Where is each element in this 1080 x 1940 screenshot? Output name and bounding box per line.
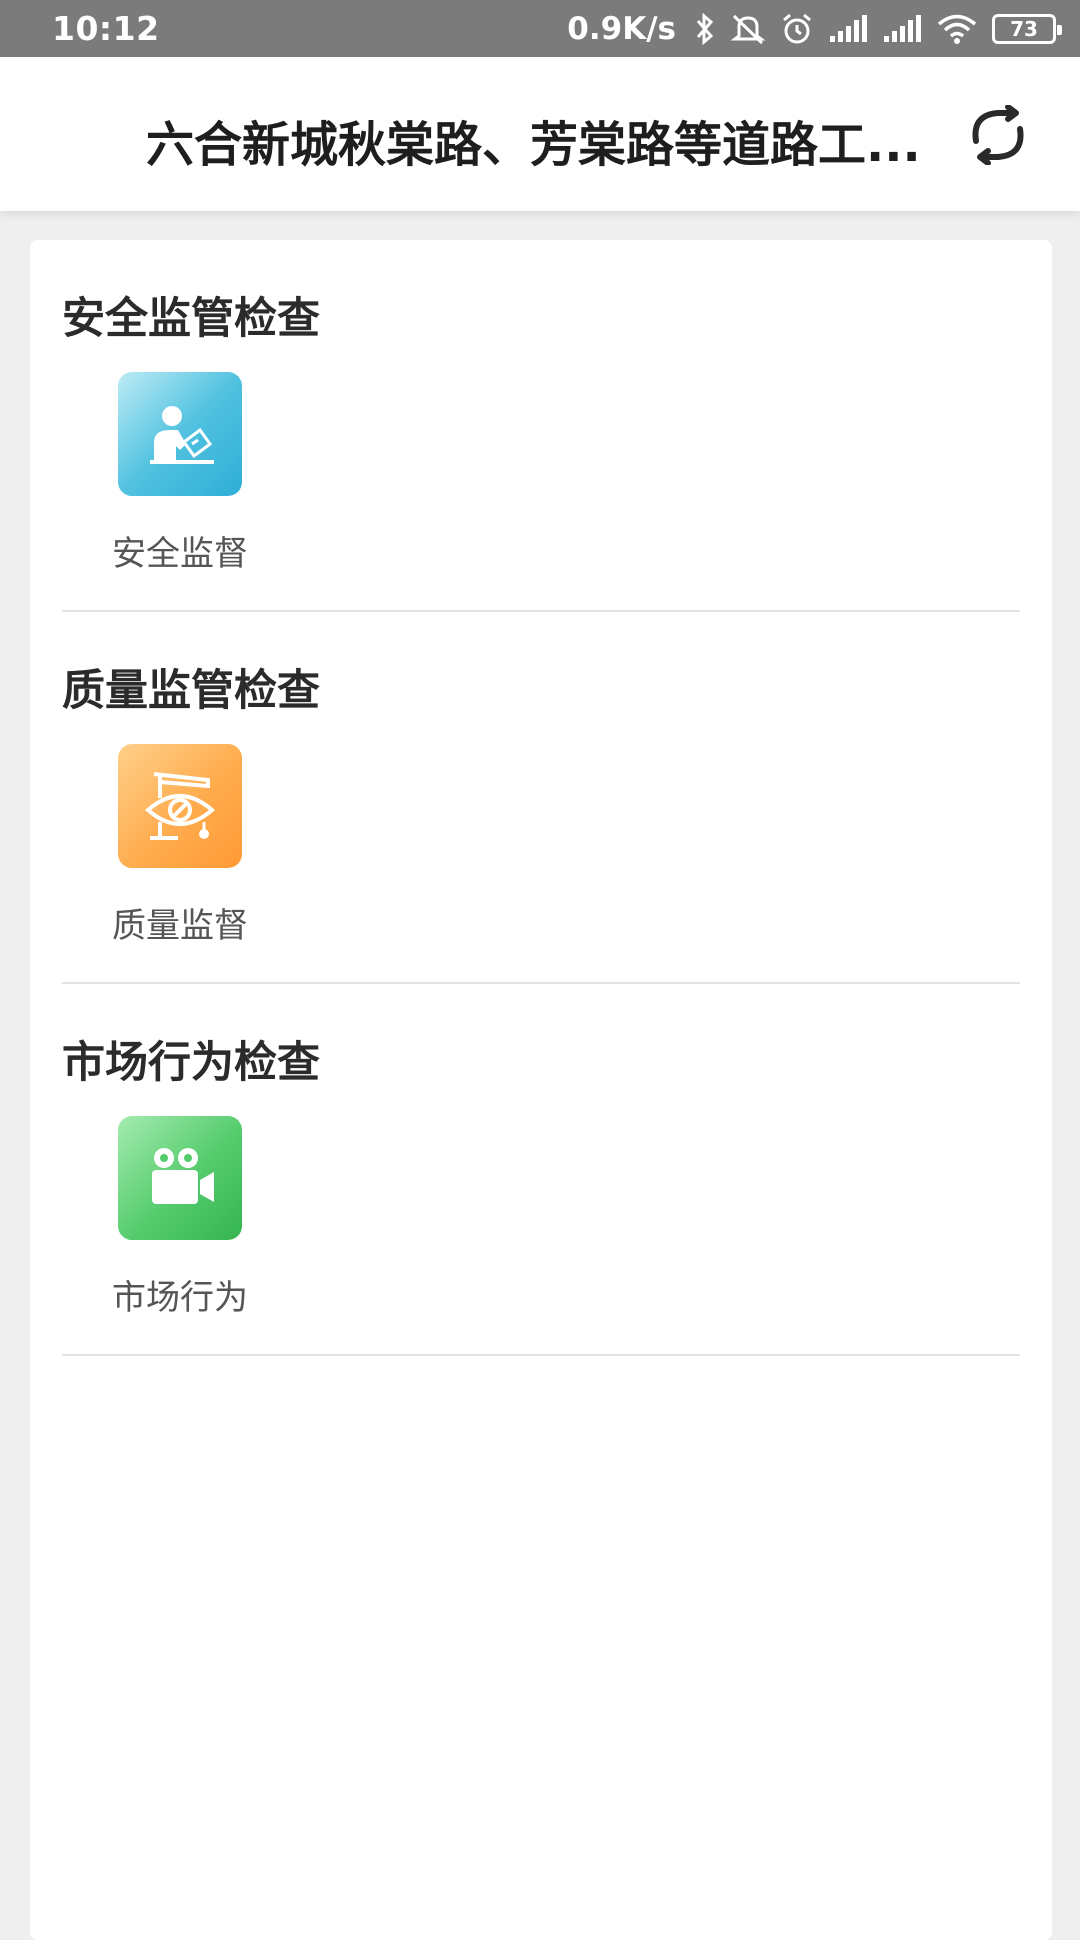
market-behavior-tile[interactable]: 市场行为 [100,1116,248,1318]
section-title: 安全监管检查 [62,294,320,344]
quality-supervision-tile[interactable]: 质量监督 [100,744,248,946]
status-time: 10:12 [52,9,160,48]
tile-label: 安全监督 [112,534,248,574]
signal-icon [882,9,922,49]
video-camera-icon [118,1116,242,1240]
tile-label: 质量监督 [112,906,248,946]
signal-icon [828,9,868,49]
tile-label: 市场行为 [112,1278,248,1318]
section-market: 市场行为检查 市场行为 [62,984,1020,1356]
refresh-button[interactable] [960,97,1036,173]
battery-icon: 73 [992,13,1062,44]
app-bar: 六合新城秋棠路、芳棠路等道路工... [0,57,1080,211]
section-title: 质量监管检查 [62,666,320,716]
section-safety: 安全监管检查 安全监督 [62,240,1020,612]
section-title: 市场行为检查 [62,1038,320,1088]
page-title: 六合新城秋棠路、芳棠路等道路工... [146,117,921,173]
section-quality: 质量监管检查 质量监督 [62,612,1020,984]
status-icons: 0.9K/s 73 [567,9,1062,49]
bluetooth-icon [694,9,716,49]
wifi-icon [936,9,978,49]
content-card: 安全监管检查 安全监督 质量监管检查 质量监督 市场行为检查 市场行为 [30,240,1052,1940]
mute-icon [730,9,766,49]
network-speed: 0.9K/s [567,10,676,47]
safety-inspector-icon [118,372,242,496]
status-bar: 10:12 0.9K/s 73 [0,0,1080,57]
quality-eye-icon [118,744,242,868]
alarm-icon [780,9,814,49]
safety-supervision-tile[interactable]: 安全监督 [100,372,248,574]
refresh-icon [972,105,1024,165]
